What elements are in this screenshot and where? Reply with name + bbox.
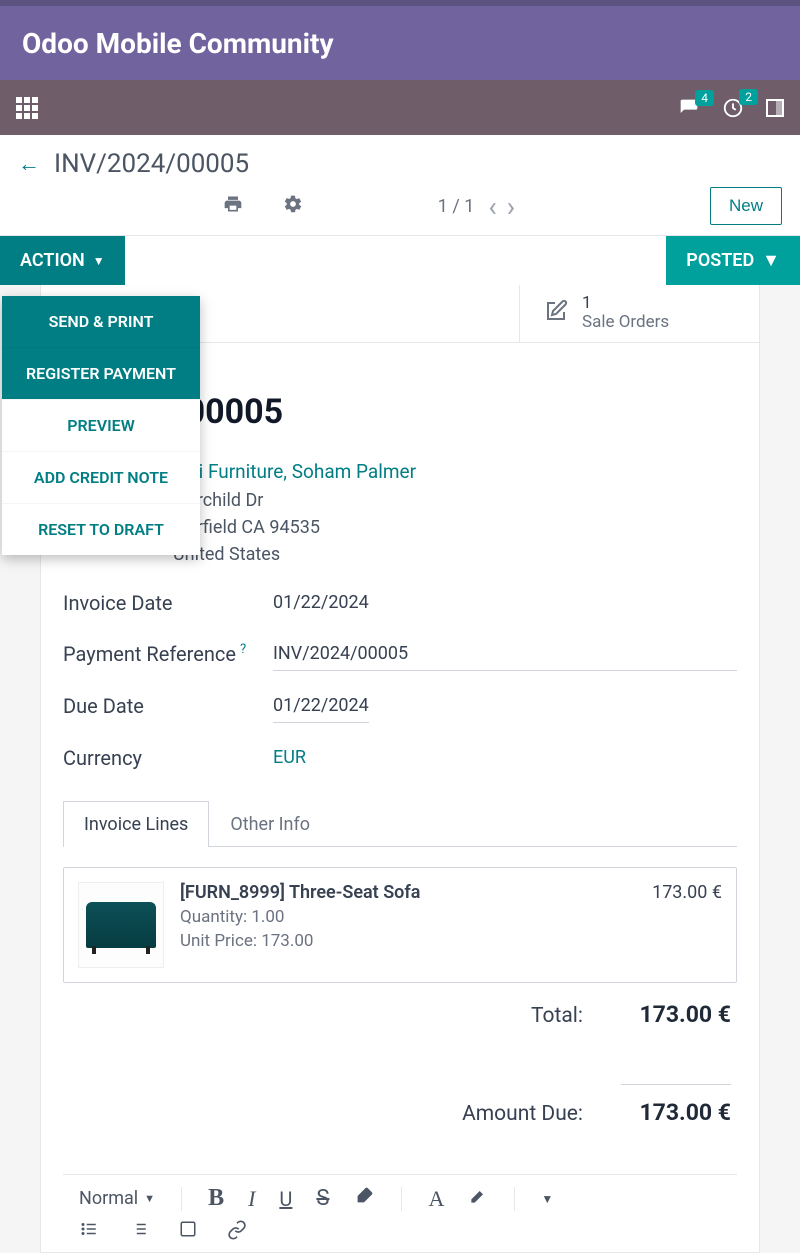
doc-number: /00005 [173,392,737,432]
invoice-line[interactable]: [FURN_8999] Three-Seat Sofa 173.00 € Qua… [63,867,737,983]
menu-add-credit-note[interactable]: ADD CREDIT NOTE [2,451,200,503]
new-button[interactable]: New [710,187,782,225]
label-invoice-date: Invoice Date [63,591,273,615]
panel-toggle-icon[interactable] [766,99,784,117]
line-quantity: Quantity: 1.00 [180,907,722,927]
product-image [78,882,164,968]
line-amount: 173.00 € [652,882,722,903]
smart-button-sale-orders[interactable]: 1 Sale Orders [519,285,759,342]
menu-send-print[interactable]: SEND & PRINT [2,296,200,347]
status-posted-button[interactable]: POSTED ▼ [666,236,800,285]
line-product-name: [FURN_8999] Three-Seat Sofa [180,882,420,903]
sale-orders-count: 1 [582,295,669,312]
messages-badge: 4 [695,90,714,106]
link-icon[interactable] [227,1220,247,1244]
activities-badge: 2 [739,89,758,105]
gear-icon[interactable] [283,194,303,218]
checklist-icon[interactable] [179,1220,197,1244]
edit-icon [544,299,568,329]
messages-icon[interactable]: 4 [678,98,700,118]
help-icon[interactable]: ? [240,642,246,657]
pager: 1 / 1 ‹ › [438,190,515,223]
more-caret-icon[interactable]: ▼ [541,1192,553,1206]
underline-icon[interactable]: U [279,1187,292,1211]
total-label: Total: [531,1004,583,1028]
value-currency[interactable]: EUR [273,741,737,774]
eraser-icon[interactable] [353,1185,375,1212]
highlight-icon[interactable] [468,1186,488,1211]
action-dropdown-menu: SEND & PRINT REGISTER PAYMENT PREVIEW AD… [2,296,200,555]
app-banner: Odoo Mobile Community [0,0,800,80]
back-arrow-icon[interactable]: ← [18,151,40,177]
total-value: 173.00 € [621,1001,731,1028]
value-invoice-date[interactable]: 01/22/2024 [273,586,369,619]
caret-down-icon: ▼ [93,254,105,268]
editor-toolbar: Normal▼ B I U S A [63,1174,737,1212]
label-currency: Currency [63,746,273,770]
customer-address: Fairchild Dr Fairfield CA 94535 United S… [173,487,737,568]
pager-text: 1 / 1 [438,196,475,217]
breadcrumb-title: INV/2024/00005 [54,149,249,179]
doc-type-label: ce [173,363,737,388]
list-ol-icon[interactable] [129,1220,149,1244]
label-due-date: Due Date [63,694,273,718]
print-icon[interactable] [223,194,243,218]
font-color-icon[interactable]: A [428,1186,444,1212]
pager-prev-icon[interactable]: ‹ [488,190,496,223]
action-dropdown-button[interactable]: ACTION ▼ [0,236,125,285]
line-unit-price: Unit Price: 173.00 [180,931,722,951]
sale-orders-label: Sale Orders [582,312,669,332]
breadcrumb: ← INV/2024/00005 [18,149,782,179]
value-due-date[interactable]: 01/22/2024 [273,689,369,723]
strikethrough-icon[interactable]: S [316,1186,329,1211]
amount-due-label: Amount Due: [462,1102,583,1126]
italic-icon[interactable]: I [248,1186,255,1212]
customer-link[interactable]: nini Furniture, Soham Palmer [173,460,737,483]
menu-preview[interactable]: PREVIEW [2,399,200,451]
label-payment-reference: Payment Reference? [63,642,273,666]
tabs: Invoice Lines Other Info [63,800,737,847]
activities-icon[interactable]: 2 [722,97,744,119]
app-title: Odoo Mobile Community [22,27,334,60]
amount-due-value: 173.00 € [621,1084,731,1126]
topbar: 4 2 [0,80,800,135]
menu-register-payment[interactable]: REGISTER PAYMENT [2,347,200,399]
caret-down-icon: ▼ [762,250,780,271]
tab-invoice-lines[interactable]: Invoice Lines [63,801,209,847]
editor-style-select[interactable]: Normal▼ [79,1188,155,1209]
tab-other-info[interactable]: Other Info [209,801,331,847]
value-payment-reference[interactable]: INV/2024/00005 [273,637,737,671]
bold-icon[interactable]: B [208,1185,224,1212]
apps-icon[interactable] [16,97,38,119]
list-ul-icon[interactable] [79,1220,99,1244]
menu-reset-to-draft[interactable]: RESET TO DRAFT [2,503,200,555]
pager-next-icon[interactable]: › [507,190,515,223]
